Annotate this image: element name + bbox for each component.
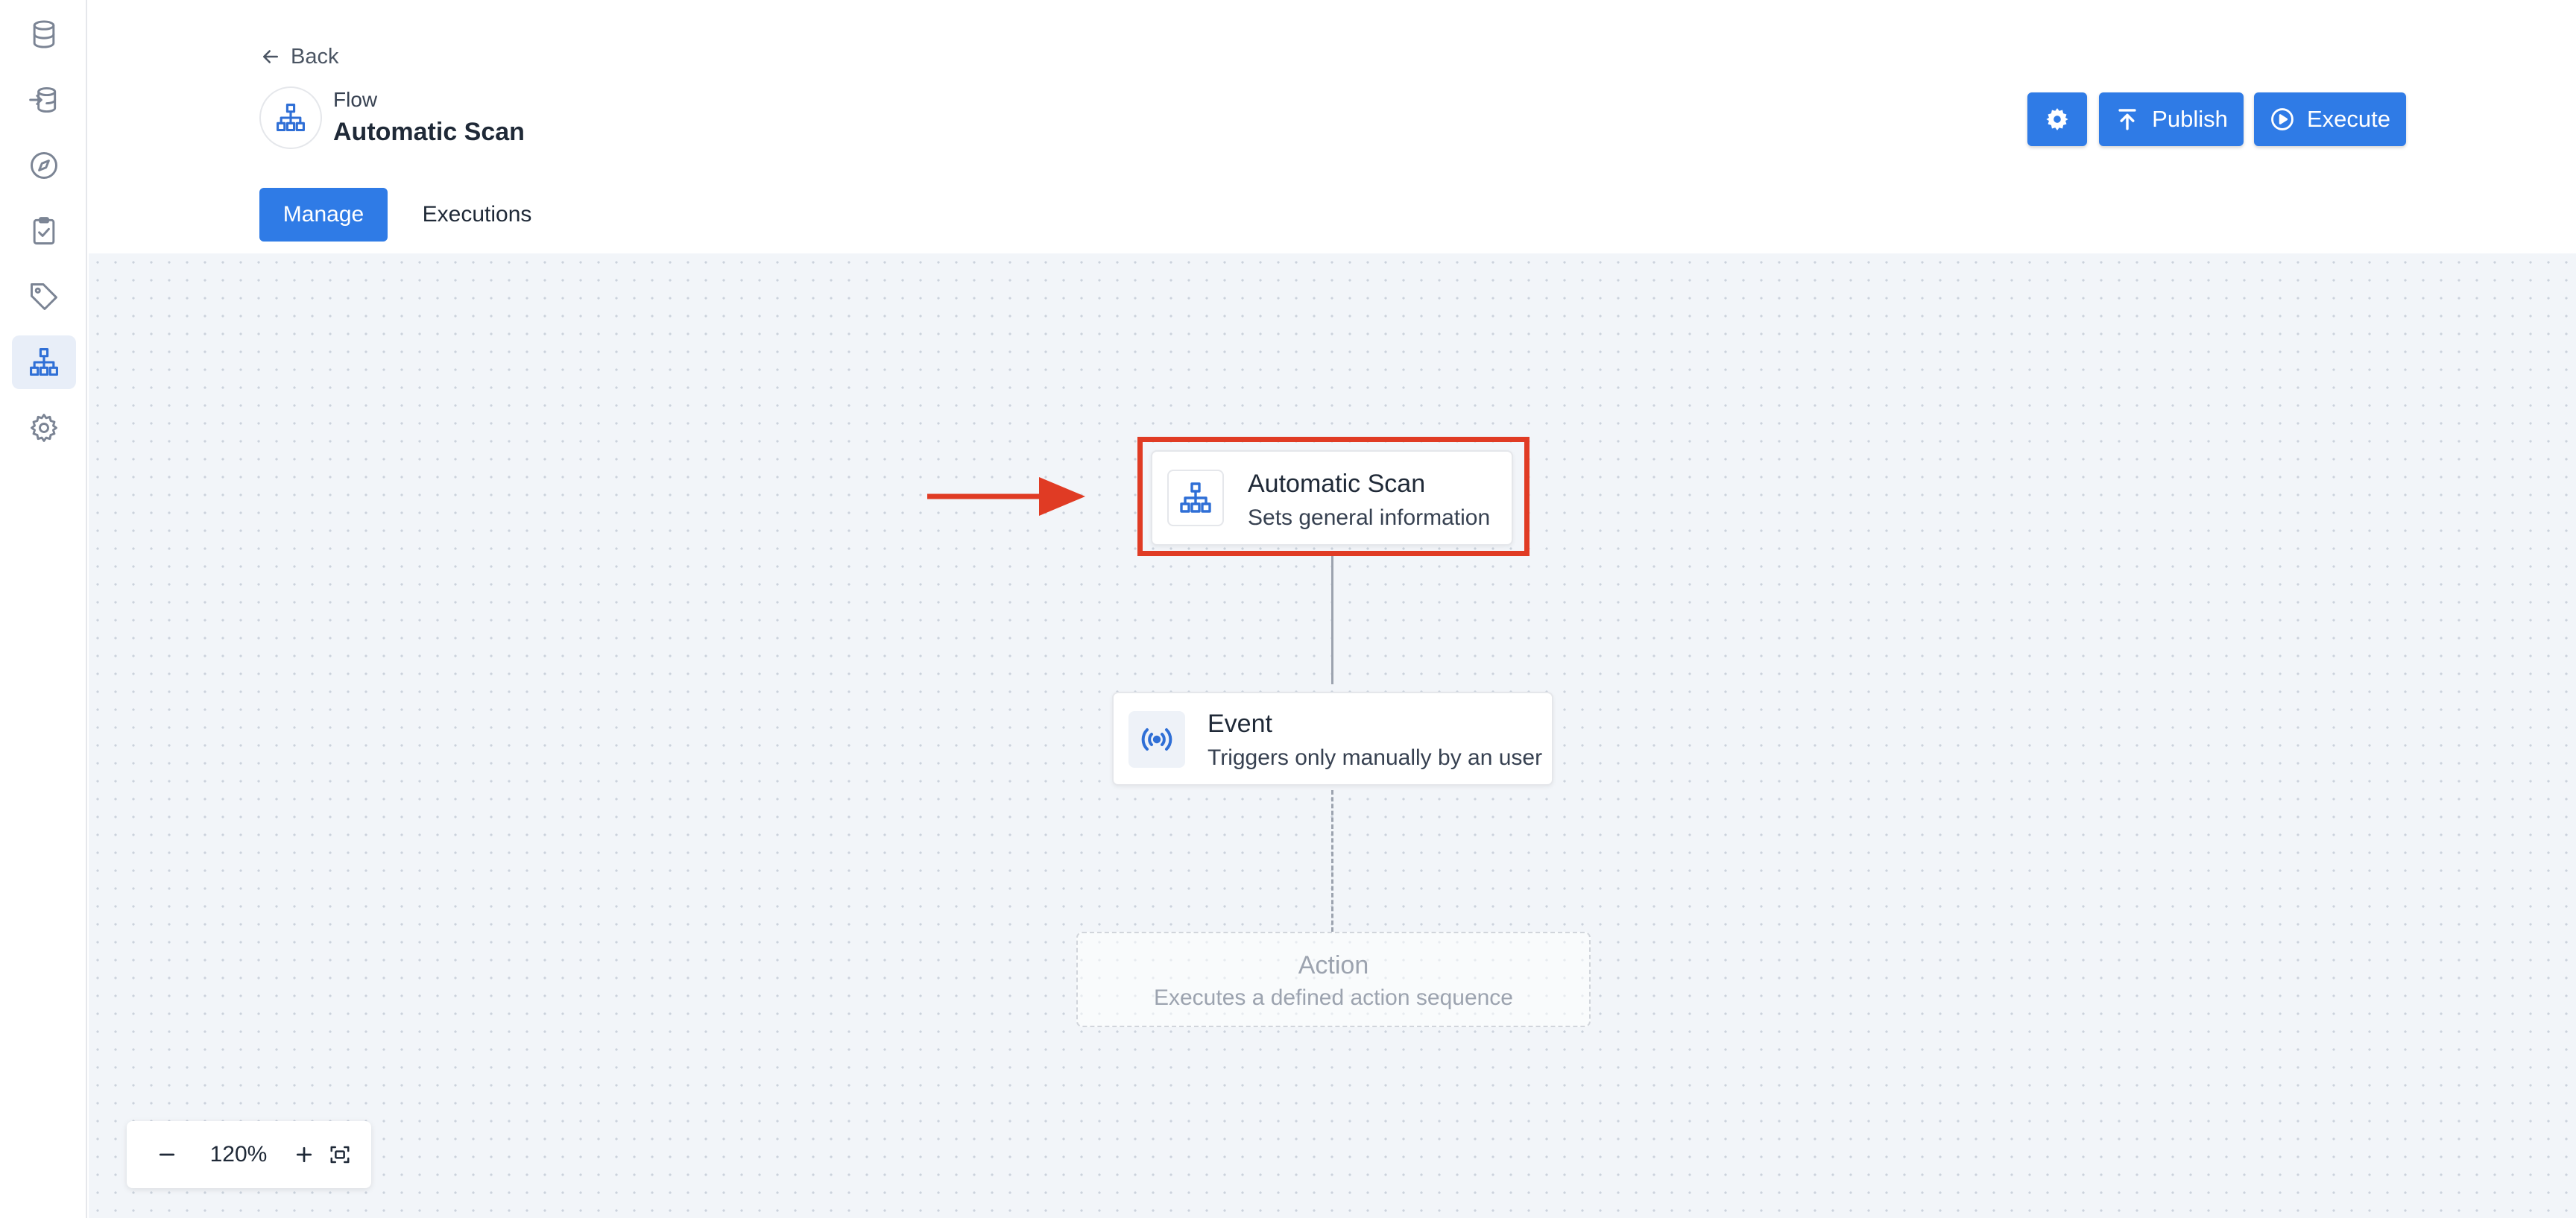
- fit-view-button[interactable]: [319, 1134, 361, 1176]
- arrow-left-icon: [263, 50, 278, 63]
- node-connector: [1331, 556, 1333, 684]
- node-subtitle: Triggers only manually by an user: [1208, 745, 1543, 770]
- zoom-level: 120%: [209, 1142, 268, 1167]
- clipboard-check-icon: [33, 217, 55, 244]
- compass-icon: [31, 152, 57, 179]
- node-title: Action: [1298, 951, 1369, 979]
- sidebar-item-flows[interactable]: [12, 335, 76, 389]
- back-label: Back: [291, 44, 339, 69]
- sidebar-item-import[interactable]: [12, 73, 76, 127]
- flow-avatar: [259, 86, 322, 149]
- annotation-arrow-icon: [927, 477, 1085, 516]
- flow-node-action-placeholder[interactable]: Action Executes a defined action sequenc…: [1076, 932, 1591, 1027]
- tab-executions[interactable]: Executions: [408, 188, 546, 242]
- sitemap-icon: [30, 348, 58, 376]
- execute-button[interactable]: Execute: [2254, 92, 2406, 146]
- tab-manage[interactable]: Manage: [259, 188, 388, 242]
- sidebar-item-tags[interactable]: [12, 270, 76, 324]
- flow-node-event[interactable]: Event Triggers only manually by an user: [1112, 692, 1553, 786]
- tag-icon: [31, 283, 57, 310]
- annotation-highlight: [1137, 437, 1530, 556]
- execute-label: Execute: [2306, 106, 2390, 132]
- broadcast-icon: [1141, 728, 1172, 751]
- sidebar: [0, 0, 87, 1218]
- database-import-icon: [29, 86, 57, 113]
- fit-view-icon: [330, 1146, 350, 1164]
- minus-icon: [159, 1153, 175, 1156]
- node-icon: [1128, 711, 1185, 768]
- gear-icon: [2046, 108, 2068, 130]
- sidebar-item-explore[interactable]: [12, 139, 76, 192]
- upload-icon: [2118, 109, 2136, 130]
- sidebar-item-tasks[interactable]: [12, 204, 76, 258]
- publish-label: Publish: [2152, 106, 2228, 132]
- play-circle-icon: [2271, 108, 2294, 130]
- back-link[interactable]: Back: [259, 42, 338, 72]
- plus-icon: [296, 1146, 312, 1163]
- flow-kicker: Flow: [333, 88, 378, 111]
- zoom-controls: 120%: [127, 1121, 371, 1188]
- node-connector-pending: [1331, 790, 1333, 932]
- zoom-out-button[interactable]: [146, 1134, 188, 1176]
- node-title: Event: [1208, 710, 1272, 738]
- sitemap-icon: [277, 104, 305, 132]
- page-title: Automatic Scan: [333, 118, 525, 146]
- gear-icon: [31, 414, 57, 442]
- sidebar-item-database[interactable]: [12, 7, 76, 61]
- publish-button[interactable]: Publish: [2099, 92, 2244, 146]
- database-icon: [33, 20, 55, 48]
- sidebar-item-settings[interactable]: [12, 401, 76, 455]
- settings-button[interactable]: [2027, 92, 2087, 146]
- node-subtitle: Executes a defined action sequence: [1153, 985, 1513, 1010]
